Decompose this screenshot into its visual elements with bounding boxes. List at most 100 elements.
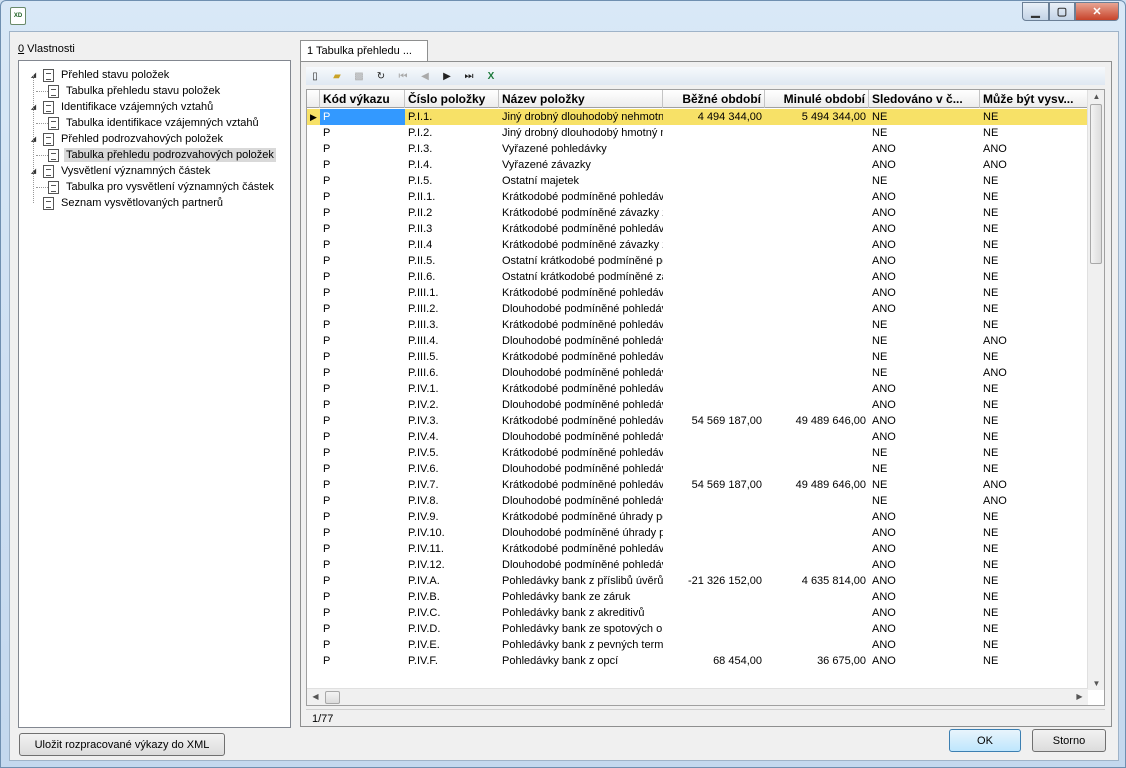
table-cell[interactable] (765, 301, 869, 317)
table-cell[interactable]: NE (980, 349, 1090, 365)
table-cell[interactable]: P (320, 621, 405, 637)
table-cell[interactable]: NE (980, 605, 1090, 621)
table-cell[interactable] (663, 429, 765, 445)
table-row[interactable]: P P.I.3. Vyřazené pohledávky ANO ANO (307, 141, 1090, 157)
table-cell[interactable]: P (320, 493, 405, 509)
table-cell[interactable]: P (320, 253, 405, 269)
table-cell[interactable]: P.III.6. (405, 365, 499, 381)
table-row[interactable]: P P.IV.B. Pohledávky bank ze záruk ANO NE (307, 589, 1090, 605)
table-cell[interactable]: P (320, 269, 405, 285)
table-cell[interactable]: Vyřazené závazky (499, 157, 663, 173)
table-cell[interactable]: P.IV.4. (405, 429, 499, 445)
table-cell[interactable]: Krátkodobé podmíněné závazky z (499, 237, 663, 253)
table-cell[interactable] (663, 125, 765, 141)
table-row[interactable]: P P.IV.11. Krátkodobé podmíněné pohledávky… (307, 541, 1090, 557)
table-cell[interactable]: NE (980, 429, 1090, 445)
table-cell[interactable]: NE (980, 509, 1090, 525)
table-cell[interactable]: P.II.2 (405, 205, 499, 221)
table-cell[interactable]: ANO (869, 653, 980, 669)
table-cell[interactable]: P (320, 237, 405, 253)
table-cell[interactable]: NE (980, 125, 1090, 141)
table-cell[interactable] (765, 365, 869, 381)
table-cell[interactable] (765, 509, 869, 525)
table-cell[interactable]: NE (980, 221, 1090, 237)
table-cell[interactable]: ANO (869, 205, 980, 221)
table-cell[interactable] (765, 381, 869, 397)
table-cell[interactable]: 54 569 187,00 (663, 477, 765, 493)
table-cell[interactable]: Dlouhodobé podmíněné pohledávky (499, 333, 663, 349)
table-cell[interactable] (663, 509, 765, 525)
table-cell[interactable] (663, 221, 765, 237)
table-cell[interactable] (663, 493, 765, 509)
table-cell[interactable]: Ostatní majetek (499, 173, 663, 189)
table-cell[interactable] (765, 621, 869, 637)
table-row[interactable]: P P.I.5. Ostatní majetek NE NE (307, 173, 1090, 189)
table-cell[interactable]: ANO (869, 541, 980, 557)
vertical-scroll-thumb[interactable] (1090, 104, 1102, 264)
table-cell[interactable]: P (320, 125, 405, 141)
table-cell[interactable] (663, 445, 765, 461)
table-cell[interactable]: P.IV.7. (405, 477, 499, 493)
table-row[interactable]: P P.IV.3. Krátkodobé podmíněné pohledávky 5… (307, 413, 1090, 429)
table-cell[interactable]: P (320, 301, 405, 317)
table-row[interactable]: P P.IV.C. Pohledávky bank z akreditivů ANO N… (307, 605, 1090, 621)
table-cell[interactable]: ANO (869, 525, 980, 541)
table-cell[interactable]: ANO (869, 429, 980, 445)
table-cell[interactable] (663, 381, 765, 397)
table-cell[interactable]: P (320, 381, 405, 397)
table-cell[interactable]: NE (980, 525, 1090, 541)
table-cell[interactable] (663, 589, 765, 605)
table-cell[interactable]: NE (980, 381, 1090, 397)
table-cell[interactable]: NE (869, 365, 980, 381)
table-cell[interactable]: P (320, 365, 405, 381)
table-cell[interactable] (765, 269, 869, 285)
table-cell[interactable]: P (320, 541, 405, 557)
table-cell[interactable]: P.III.1. (405, 285, 499, 301)
table-cell[interactable] (663, 317, 765, 333)
table-cell[interactable]: Pohledávky bank z příslibů úvěrů a (499, 573, 663, 589)
table-row[interactable]: P P.IV.7. Krátkodobé podmíněné pohledávky 5… (307, 477, 1090, 493)
table-cell[interactable] (663, 141, 765, 157)
table-cell[interactable]: NE (980, 301, 1090, 317)
table-cell[interactable]: P (320, 477, 405, 493)
scroll-left-icon[interactable]: ◀ (307, 692, 324, 701)
table-cell[interactable]: P.I.1. (405, 109, 499, 125)
table-cell[interactable]: ANO (869, 413, 980, 429)
first-icon[interactable]: ⏮ (394, 68, 412, 84)
table-cell[interactable]: P.I.2. (405, 125, 499, 141)
table-cell[interactable] (663, 525, 765, 541)
table-row[interactable]: P P.II.2 Krátkodobé podmíněné závazky z ANO… (307, 205, 1090, 221)
table-cell[interactable]: NE (980, 269, 1090, 285)
table-cell[interactable]: ANO (980, 477, 1090, 493)
table-cell[interactable]: NE (980, 413, 1090, 429)
table-cell[interactable] (765, 237, 869, 253)
table-cell[interactable]: ANO (869, 301, 980, 317)
table-cell[interactable]: P (320, 333, 405, 349)
table-cell[interactable]: P.II.1. (405, 189, 499, 205)
table-cell[interactable]: Dlouhodobé podmíněné pohledávky (499, 461, 663, 477)
table-cell[interactable]: P (320, 285, 405, 301)
table-cell[interactable]: Vyřazené pohledávky (499, 141, 663, 157)
table-cell[interactable]: NE (980, 285, 1090, 301)
table-cell[interactable]: 4 635 814,00 (765, 573, 869, 589)
ok-button[interactable]: OK (949, 729, 1021, 752)
table-cell[interactable]: P.III.3. (405, 317, 499, 333)
next-icon[interactable]: ▶ (438, 68, 456, 84)
table-cell[interactable]: P.IV.6. (405, 461, 499, 477)
table-cell[interactable] (765, 461, 869, 477)
table-cell[interactable]: Dlouhodobé podmíněné pohledávky (499, 557, 663, 573)
table-row[interactable]: P P.II.5. Ostatní krátkodobé podmíněné po A… (307, 253, 1090, 269)
table-row[interactable]: P P.III.4. Dlouhodobé podmíněné pohledávky… (307, 333, 1090, 349)
table-cell[interactable]: ANO (869, 285, 980, 301)
table-cell[interactable]: Pohledávky bank z pevných termínových (499, 637, 663, 653)
table-cell[interactable]: P.IV.D. (405, 621, 499, 637)
table-cell[interactable] (663, 621, 765, 637)
last-icon[interactable]: ⏭ (460, 68, 478, 84)
table-cell[interactable]: P.III.5. (405, 349, 499, 365)
table-cell[interactable]: NE (869, 109, 980, 125)
table-cell[interactable]: NE (869, 125, 980, 141)
table-cell[interactable] (663, 173, 765, 189)
table-cell[interactable] (663, 157, 765, 173)
data-grid[interactable]: Kód výkazu Číslo položky Název položky B… (306, 89, 1105, 706)
table-row[interactable]: ▶PP.I.1.Jiný drobný dlouhodobý nehmotný … (307, 109, 1090, 125)
